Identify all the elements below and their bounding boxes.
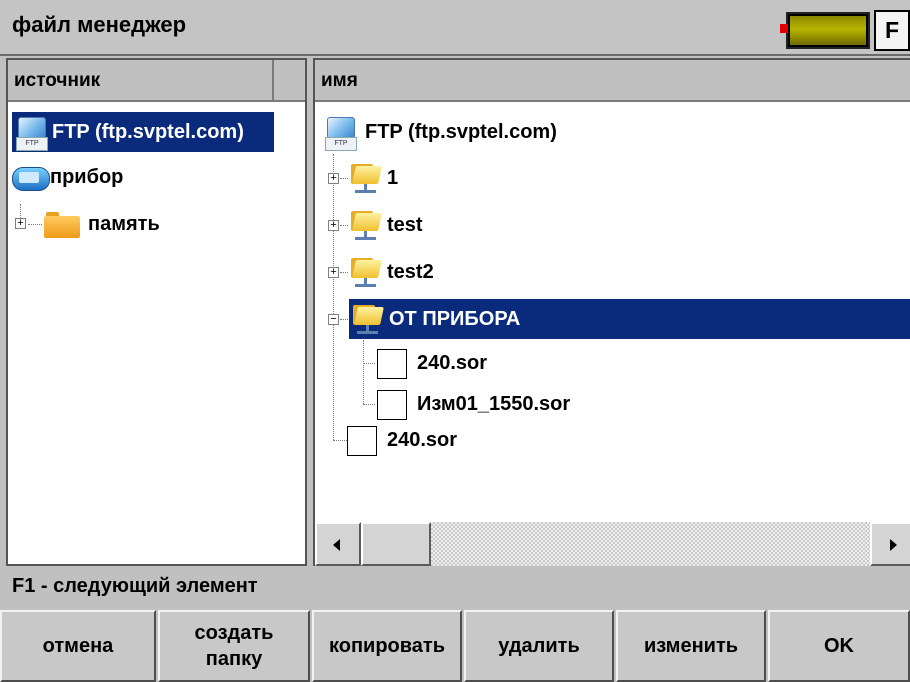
tree-file[interactable]: 240.sor [377, 343, 677, 383]
tree-file[interactable]: Изм01_1550.sor [377, 384, 697, 424]
tree-line [340, 272, 348, 273]
tree-item-label: test [387, 214, 423, 236]
create-folder-button-label: создать папку [194, 622, 274, 670]
source-panel: источник FTP FTP (ftp.svptel.com) прибор… [6, 58, 307, 566]
tree-file[interactable]: 240.sor [347, 420, 647, 460]
source-item-ftp[interactable]: FTP FTP (ftp.svptel.com) [12, 112, 274, 152]
source-column-header-extra [272, 60, 305, 102]
tree-folder-test2[interactable]: test2 [351, 252, 651, 292]
network-folder-icon [351, 257, 382, 288]
tree-item-label: ОТ ПРИБОРА [389, 308, 521, 330]
window-title: файл менеджер [12, 12, 187, 37]
tree-folder-ot-pribora[interactable]: ОТ ПРИБОРА [349, 299, 910, 339]
expand-icon[interactable]: + [328, 267, 339, 278]
tree-line [363, 363, 375, 364]
file-icon [377, 389, 407, 420]
edit-button[interactable]: изменить [616, 610, 766, 682]
folder-icon [44, 211, 80, 238]
battery-level [790, 16, 866, 45]
tree-line [363, 404, 375, 405]
tree-line [340, 319, 348, 320]
status-hint: F1 - следующий элемент [12, 575, 258, 597]
cancel-button[interactable]: отмена [0, 610, 156, 682]
source-item-label: FTP (ftp.svptel.com) [52, 121, 244, 143]
edit-button-label: изменить [643, 635, 739, 657]
tree-folder-1[interactable]: 1 [351, 158, 651, 198]
scroll-thumb[interactable] [361, 522, 431, 566]
source-item-memory[interactable]: память [44, 204, 274, 244]
device-icon [12, 165, 50, 191]
horizontal-scrollbar[interactable] [315, 522, 910, 566]
ok-button[interactable]: OK [768, 610, 910, 682]
tree-line [20, 204, 21, 218]
title-bar: файл менеджер F [0, 0, 910, 56]
file-icon [377, 348, 407, 379]
tree-line [363, 340, 364, 404]
tree-root-ftp[interactable]: FTP FTP (ftp.svptel.com) [325, 112, 725, 152]
cancel-button-label: отмена [42, 635, 114, 657]
arrow-right-icon [890, 539, 897, 551]
delete-button-label: удалить [498, 635, 580, 657]
tree-line [28, 224, 42, 225]
copy-button-label: копировать [328, 635, 445, 657]
source-item-label: прибор [50, 166, 124, 188]
expand-icon[interactable]: + [328, 173, 339, 184]
tree-item-label: FTP (ftp.svptel.com) [365, 121, 557, 143]
file-icon [347, 425, 377, 456]
network-folder-icon [351, 210, 382, 241]
network-folder-icon [351, 163, 382, 194]
battery-icon [786, 12, 870, 49]
arrow-left-icon [333, 539, 340, 551]
expand-icon[interactable]: + [328, 220, 339, 231]
f-key-indicator[interactable]: F [874, 10, 910, 51]
source-item-label: память [88, 213, 160, 235]
source-item-device[interactable]: прибор [12, 157, 274, 197]
tree-folder-test[interactable]: test [351, 205, 651, 245]
scroll-right-button[interactable] [870, 522, 910, 566]
name-column-header[interactable]: имя [315, 60, 910, 102]
source-column-header[interactable]: источник [8, 60, 272, 102]
delete-button[interactable]: удалить [464, 610, 614, 682]
tree-item-label: 240.sor [417, 352, 488, 374]
name-panel: имя FTP FTP (ftp.svptel.com) + 1 + test … [313, 58, 910, 566]
scroll-left-button[interactable] [315, 522, 361, 566]
copy-button[interactable]: копировать [312, 610, 462, 682]
expand-icon[interactable]: + [15, 218, 26, 229]
tree-item-label: 240.sor [387, 429, 458, 451]
tree-line [333, 154, 334, 440]
ok-button-label: OK [824, 635, 854, 657]
ftp-icon: FTP [16, 116, 48, 151]
battery-warning-indicator [780, 24, 788, 33]
ftp-icon: FTP [325, 116, 357, 151]
tree-line [340, 178, 348, 179]
create-folder-button[interactable]: создать папку [158, 610, 310, 682]
collapse-icon[interactable]: − [328, 314, 339, 325]
tree-line [333, 440, 347, 441]
tree-item-label: test2 [387, 261, 434, 283]
tree-line [340, 225, 348, 226]
network-folder-icon [353, 304, 384, 335]
tree-item-label: 1 [387, 167, 399, 189]
tree-item-label: Изм01_1550.sor [417, 393, 571, 415]
